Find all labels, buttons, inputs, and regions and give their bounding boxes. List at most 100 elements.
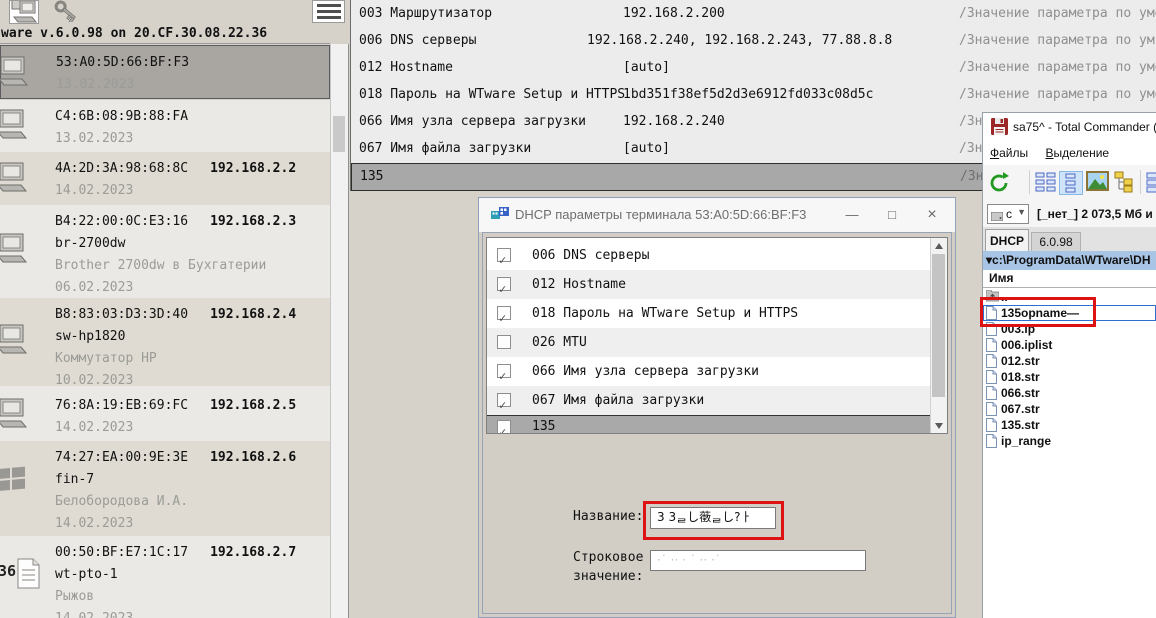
terminal-mac: B4:22:00:0C:E3:16 <box>55 214 188 229</box>
checkbox-unchecked[interactable] <box>497 335 511 349</box>
dhcp-option-row[interactable]: ✓ 006 DNS серверы <box>487 241 931 270</box>
string-value-input[interactable]: ·˙ ·· · ˙ ·· ·˙ <box>650 550 866 571</box>
option-label: 006 DNS серверы <box>532 241 649 270</box>
key-icon[interactable] <box>52 0 80 26</box>
terminal-item[interactable]: B4:22:00:0C:E3:16192.168.2.3 br-2700dw B… <box>0 205 330 298</box>
file-name: 066.str <box>1001 385 1040 401</box>
drive-info: [_нет_] 2 073,5 Мб и <box>1037 207 1153 221</box>
param-name: 006 DNS серверы <box>359 27 476 54</box>
terminal-item[interactable]: 74:27:EA:00:9E:3E192.168.2.6 fin-7 Белоб… <box>0 441 330 536</box>
terminal-date: 13.02.2023 <box>55 128 330 150</box>
brief-view-icon[interactable] <box>1035 171 1057 196</box>
dhcp-option-row[interactable]: ✓ 018 Пароль на WTware Setup и HTTPS <box>487 299 931 328</box>
terminal-date: 13.02.2023 <box>56 74 329 96</box>
tree-view-icon[interactable] <box>1113 171 1135 196</box>
terminal-ip: 192.168.2.5 <box>210 398 296 413</box>
wtware-sidebar: ware v.6.0.98 on 20.CF.30.08.22.36 53:A0… <box>0 0 348 618</box>
annotation-red-box-file <box>980 297 1096 327</box>
terminal-mac: 74:27:EA:00:9E:3E <box>55 450 188 465</box>
total-commander-window: sa75^ - Total Commander ( Файлы Выделени… <box>982 112 1156 618</box>
terminal-item[interactable]: B8:83:03:D3:3D:40192.168.2.4 sw-hp1820 К… <box>0 298 330 386</box>
table-row[interactable]: 012 Hostname [auto] /Значение параметра … <box>351 54 1156 81</box>
terminal-date: 14.02.2023 <box>55 608 330 618</box>
full-view-icon[interactable] <box>1059 171 1083 195</box>
param-value: [auto] <box>623 135 670 162</box>
terminal-item[interactable]: 36 00:50:BF:E7:1C:17192.168.2.7 wt-pto-1… <box>0 536 330 618</box>
scroll-down-icon[interactable] <box>931 418 947 433</box>
scroll-up-icon[interactable] <box>931 238 947 253</box>
dhcp-option-row-selected[interactable]: ✓ 135 <box>487 415 931 434</box>
dhcp-option-row[interactable]: ✓ 066 Имя узла сервера загрузки <box>487 357 931 386</box>
tc-tab-bar: DHCP 6.0.98 <box>983 227 1156 251</box>
terminal-icon <box>0 398 30 438</box>
checkbox-checked[interactable]: ✓ <box>497 364 511 378</box>
hamburger-menu-icon[interactable] <box>312 0 345 23</box>
close-button[interactable]: × <box>915 198 949 231</box>
dialog-list-scrollbar[interactable] <box>930 238 947 433</box>
tc-titlebar[interactable]: sa75^ - Total Commander ( <box>983 113 1156 141</box>
file-row[interactable]: 066.str <box>983 385 1156 401</box>
file-row[interactable]: ip_range <box>983 433 1156 449</box>
terminal-ip: 192.168.2.6 <box>210 450 296 465</box>
checkbox-checked[interactable]: ✓ <box>497 420 511 434</box>
param-comment: /Значение параметра по умо <box>959 81 1156 108</box>
terminal-ip: 192.168.2.2 <box>210 161 296 176</box>
terminal-hostname: wt-pto-1 <box>55 564 330 586</box>
dhcp-option-row[interactable]: 026 MTU <box>487 328 931 357</box>
checkbox-checked[interactable]: ✓ <box>497 248 511 262</box>
file-name: 006.iplist <box>1001 337 1052 353</box>
sidebar-scrollbar[interactable] <box>330 44 349 618</box>
screen: ware v.6.0.98 on 20.CF.30.08.22.36 53:A0… <box>0 0 1156 618</box>
thumbnails-view-icon[interactable] <box>1086 171 1109 194</box>
minimize-button[interactable]: — <box>835 198 869 231</box>
param-value: 1bd351f38ef5d2d3e6912fd033c08d5c <box>623 81 873 108</box>
dhcp-option-list: ✓ 006 DNS серверы ✓ 012 Hostname ✓ 018 П… <box>486 237 948 434</box>
table-row[interactable]: 003 Маршрутизатор 192.168.2.200 /Значени… <box>351 0 1156 27</box>
dhcp-option-row[interactable]: ✓ 012 Hostname <box>487 270 931 299</box>
tc-window-title: sa75^ - Total Commander ( <box>1013 120 1156 134</box>
string-value-label-line2: значение: <box>573 569 643 584</box>
drive-combobox[interactable]: c ▼ <box>987 204 1029 224</box>
terminals-view-button[interactable] <box>9 0 39 24</box>
tc-path-bar[interactable]: ▾c:\ProgramData\WTware\DH <box>983 251 1156 270</box>
tc-toolbar <box>983 165 1156 202</box>
document-icon <box>17 558 41 598</box>
param-name: 066 Имя узла сервера загрузки <box>359 108 586 135</box>
refresh-icon[interactable] <box>987 171 1011 198</box>
toolbar-icon-partial[interactable] <box>1145 171 1156 196</box>
terminal-note: Коммутатор HP <box>55 348 330 370</box>
terminal-note: Белобородова И.А. <box>55 491 330 513</box>
checkbox-checked[interactable]: ✓ <box>497 393 511 407</box>
maximize-button[interactable]: □ <box>875 198 909 231</box>
param-value: [auto] <box>623 54 670 81</box>
app-version-header: ware v.6.0.98 on 20.CF.30.08.22.36 <box>1 26 267 41</box>
terminal-item[interactable]: 4A:2D:3A:98:68:8C192.168.2.2 14.02.2023 <box>0 152 330 205</box>
scrollbar-thumb[interactable] <box>333 116 345 152</box>
checkbox-checked[interactable]: ✓ <box>497 306 511 320</box>
file-row[interactable]: 012.str <box>983 353 1156 369</box>
dialog-title: DHCP параметры терминала 53:A0:5D:66:BF:… <box>515 207 806 222</box>
checkbox-checked[interactable]: ✓ <box>497 277 511 291</box>
tc-menubar: Файлы Выделение Команд <box>983 141 1156 165</box>
dhcp-dialog-icon <box>491 207 509 222</box>
file-row[interactable]: 135.str <box>983 417 1156 433</box>
terminal-item[interactable]: C4:6B:08:9B:88:FA 13.02.2023 <box>0 100 330 152</box>
terminal-item[interactable]: 53:A0:5D:66:BF:F3 13.02.2023 <box>0 45 330 99</box>
file-row[interactable]: 018.str <box>983 369 1156 385</box>
dialog-titlebar[interactable]: DHCP параметры терминала 53:A0:5D:66:BF:… <box>479 198 955 232</box>
terminal-item[interactable]: 76:8A:19:EB:69:FC192.168.2.5 14.02.2023 <box>0 386 330 441</box>
scrollbar-thumb[interactable] <box>932 254 945 397</box>
menu-selection[interactable]: Выделение <box>1045 146 1109 160</box>
table-row[interactable]: 018 Пароль на WTware Setup и HTTPS 1bd35… <box>351 81 1156 108</box>
tc-column-header[interactable]: Имя <box>983 270 1156 288</box>
drive-letter: c <box>1006 207 1012 221</box>
column-name: Имя <box>989 271 1014 285</box>
menu-files[interactable]: Файлы <box>990 146 1028 160</box>
file-row[interactable]: 006.iplist <box>983 337 1156 353</box>
tab-6098[interactable]: 6.0.98 <box>1031 232 1081 251</box>
terminal-mac: 53:A0:5D:66:BF:F3 <box>56 55 189 70</box>
table-row[interactable]: 006 DNS серверы 192.168.2.240, 192.168.2… <box>351 27 1156 54</box>
tab-dhcp[interactable]: DHCP <box>985 229 1029 251</box>
file-row[interactable]: 067.str <box>983 401 1156 417</box>
dhcp-option-row[interactable]: ✓ 067 Имя файла загрузки <box>487 386 931 415</box>
